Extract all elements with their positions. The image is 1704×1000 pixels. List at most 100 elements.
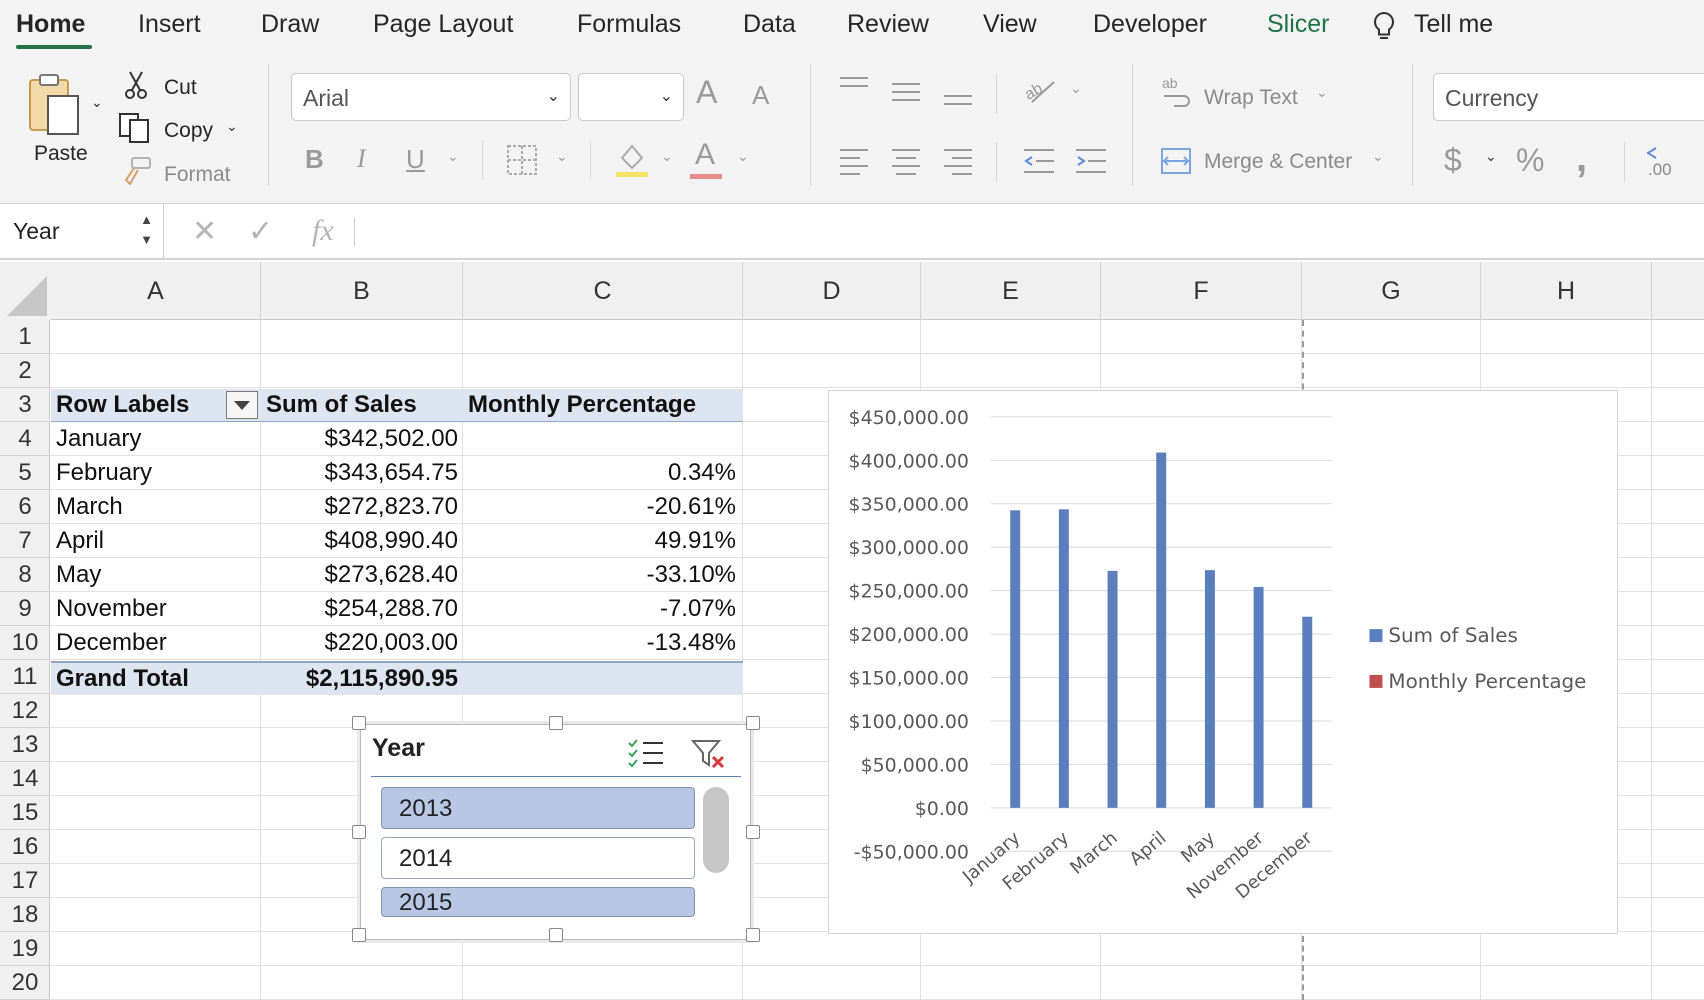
pivot-row-percentage[interactable]: 0.34%: [468, 456, 736, 490]
align-center-icon[interactable]: [890, 146, 922, 176]
pivot-row-percentage[interactable]: 49.91%: [468, 524, 736, 558]
sales-chart[interactable]: $450,000.00 $400,000.00 $350,000.00 $300,00…: [828, 390, 1618, 934]
row-labels-filter-button[interactable]: [226, 391, 258, 419]
pivot-grand-total-sales[interactable]: $2,115,890.95: [266, 662, 458, 696]
pivot-header-sum-of-sales[interactable]: Sum of Sales: [266, 388, 417, 422]
tab-data[interactable]: Data: [743, 10, 796, 39]
align-left-icon[interactable]: [838, 146, 870, 176]
fill-color-chevron-icon[interactable]: ⌄: [661, 148, 673, 165]
text-orientation-chevron-icon[interactable]: ⌄: [1070, 80, 1082, 97]
resize-handle[interactable]: [746, 716, 760, 730]
decrease-font-size-icon[interactable]: A: [752, 80, 769, 111]
resize-handle[interactable]: [352, 716, 366, 730]
multi-select-icon[interactable]: [627, 737, 665, 769]
text-orientation-icon[interactable]: ab: [1022, 74, 1058, 106]
year-slicer[interactable]: Year 2013 2014 2015: [352, 716, 760, 942]
cut-button[interactable]: Cut: [164, 76, 197, 100]
tab-developer[interactable]: Developer: [1093, 10, 1207, 39]
scissors-icon[interactable]: [124, 70, 148, 100]
fill-color-icon[interactable]: [614, 140, 650, 178]
merge-center-button[interactable]: Merge & Center: [1204, 150, 1352, 174]
row-header-3[interactable]: 3: [0, 388, 50, 422]
clear-filter-icon[interactable]: [691, 737, 727, 771]
tab-slicer[interactable]: Slicer: [1267, 10, 1330, 39]
font-color-icon[interactable]: A: [695, 138, 715, 172]
align-bottom-icon[interactable]: [942, 74, 974, 108]
tell-me-search[interactable]: Tell me: [1414, 10, 1493, 39]
column-header-b[interactable]: B: [261, 262, 463, 320]
lightbulb-icon[interactable]: [1372, 10, 1396, 44]
pivot-row-label[interactable]: April: [56, 524, 104, 558]
underline-options-chevron-icon[interactable]: ⌄: [447, 148, 459, 165]
format-painter-icon[interactable]: [120, 156, 152, 186]
column-header-g[interactable]: G: [1302, 262, 1481, 320]
resize-handle[interactable]: [549, 928, 563, 942]
cancel-icon[interactable]: ✕: [192, 214, 217, 249]
copy-button[interactable]: Copy: [164, 119, 213, 143]
resize-handle[interactable]: [746, 825, 760, 839]
align-middle-icon[interactable]: [890, 74, 922, 104]
resize-handle[interactable]: [746, 928, 760, 942]
align-top-icon[interactable]: [838, 74, 870, 104]
pivot-row-sales[interactable]: $408,990.40: [266, 524, 458, 558]
wrap-text-button[interactable]: Wrap Text: [1204, 86, 1298, 110]
select-all-corner[interactable]: [0, 262, 51, 320]
row-header-10[interactable]: 10: [0, 626, 50, 660]
pivot-grand-total-label[interactable]: Grand Total: [56, 662, 189, 696]
row-header-13[interactable]: 13: [0, 728, 50, 762]
percent-style-icon[interactable]: %: [1516, 142, 1544, 179]
comma-style-icon[interactable]: ,: [1576, 136, 1587, 181]
pivot-row-percentage[interactable]: -7.07%: [468, 592, 736, 626]
row-header-1[interactable]: 1: [0, 320, 50, 354]
copy-options-chevron-icon[interactable]: ⌄: [226, 118, 238, 135]
row-header-7[interactable]: 7: [0, 524, 50, 558]
pivot-row-percentage[interactable]: -33.10%: [468, 558, 736, 592]
pivot-row-label[interactable]: February: [56, 456, 152, 490]
font-size-select[interactable]: ⌄: [578, 73, 684, 121]
pivot-row-percentage[interactable]: [468, 422, 736, 456]
increase-indent-icon[interactable]: [1074, 146, 1108, 176]
pivot-row-percentage[interactable]: -13.48%: [468, 626, 736, 660]
wrap-text-chevron-icon[interactable]: ⌄: [1316, 84, 1328, 101]
paste-options-chevron-icon[interactable]: ⌄: [91, 94, 103, 111]
row-header-4[interactable]: 4: [0, 422, 50, 456]
insert-function-icon[interactable]: fx: [312, 214, 334, 248]
row-header-18[interactable]: 18: [0, 898, 50, 932]
decrease-indent-icon[interactable]: [1022, 146, 1056, 176]
tab-home[interactable]: Home: [16, 10, 85, 39]
row-header-6[interactable]: 6: [0, 490, 50, 524]
slicer-scrollbar[interactable]: [703, 787, 729, 873]
row-header-2[interactable]: 2: [0, 354, 50, 388]
pivot-row-label[interactable]: March: [56, 490, 123, 524]
paste-icon[interactable]: [26, 72, 84, 138]
row-header-17[interactable]: 17: [0, 864, 50, 898]
font-family-select[interactable]: Arial ⌄: [291, 73, 571, 121]
pivot-row-sales[interactable]: $273,628.40: [266, 558, 458, 592]
copy-icon[interactable]: [118, 112, 152, 144]
tab-view[interactable]: View: [983, 10, 1037, 39]
row-header-20[interactable]: 20: [0, 966, 50, 1000]
row-header-16[interactable]: 16: [0, 830, 50, 864]
resize-handle[interactable]: [352, 928, 366, 942]
wrap-text-icon[interactable]: ab: [1160, 74, 1192, 108]
increase-font-size-icon[interactable]: A: [696, 74, 717, 111]
merge-center-icon[interactable]: [1160, 146, 1192, 176]
pivot-row-label[interactable]: January: [56, 422, 141, 456]
merge-center-chevron-icon[interactable]: ⌄: [1372, 148, 1384, 165]
pivot-row-label[interactable]: November: [56, 592, 167, 626]
tab-page-layout[interactable]: Page Layout: [373, 10, 513, 39]
bold-button[interactable]: B: [305, 144, 324, 175]
column-header-a[interactable]: A: [51, 262, 261, 320]
row-header-12[interactable]: 12: [0, 694, 50, 728]
column-header-d[interactable]: D: [743, 262, 921, 320]
resize-handle[interactable]: [352, 825, 366, 839]
name-box-stepper-icon[interactable]: ▲ ▼: [140, 210, 153, 250]
slicer-item-2014[interactable]: 2014: [381, 837, 695, 879]
name-box[interactable]: Year ▲ ▼: [0, 204, 164, 258]
currency-format-icon[interactable]: $: [1444, 142, 1462, 179]
pivot-row-label[interactable]: December: [56, 626, 167, 660]
tab-formulas[interactable]: Formulas: [577, 10, 681, 39]
number-format-select[interactable]: Currency: [1433, 73, 1704, 121]
column-header-e[interactable]: E: [921, 262, 1101, 320]
pivot-header-row-labels[interactable]: Row Labels: [56, 388, 189, 422]
